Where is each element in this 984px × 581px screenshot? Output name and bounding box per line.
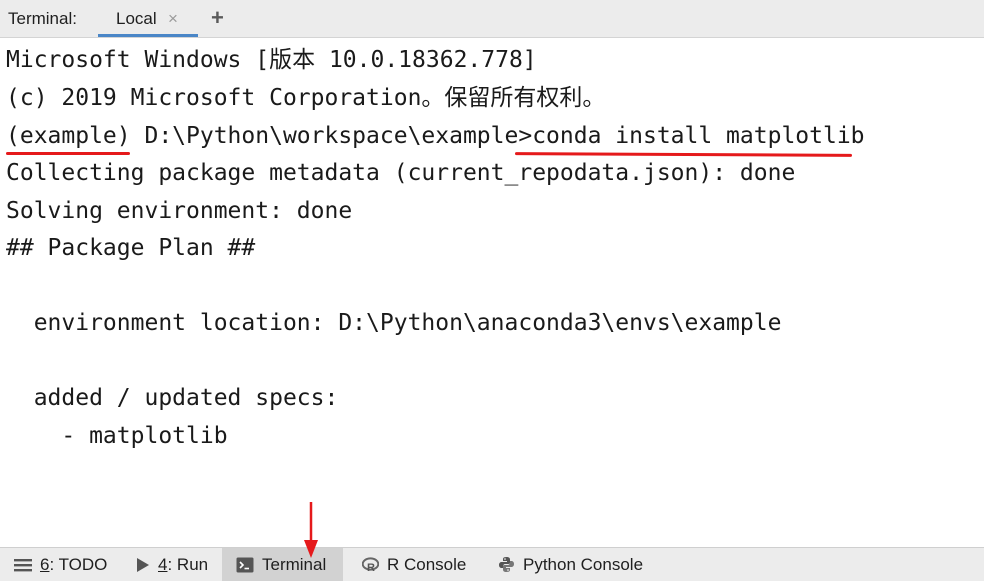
terminal-icon [236, 557, 254, 573]
terminal-line: environment location: D:\Python\anaconda… [6, 310, 782, 336]
run-mnemonic: 4 [158, 554, 168, 574]
tab-local-label: Local [116, 9, 157, 28]
todo-label: : TODO [49, 554, 108, 574]
r-console-tool-button[interactable]: R R Console [362, 548, 466, 581]
r-console-label: R Console [387, 554, 467, 574]
red-arrow-annotation [304, 502, 318, 558]
terminal-line: ## Package Plan ## [6, 235, 256, 261]
run-label: : Run [167, 554, 209, 574]
terminal-line: - matplotlib [6, 423, 228, 449]
terminal-tool-button[interactable]: Terminal [222, 548, 343, 581]
python-console-tool-button[interactable]: Python Console [498, 548, 643, 581]
terminal-tab-bar: Terminal: Local × + [0, 0, 984, 38]
add-tab-button[interactable]: + [211, 5, 224, 31]
terminal-output[interactable]: Microsoft Windows [版本 10.0.18362.778] (c… [0, 39, 984, 546]
terminal-line: Microsoft Windows [版本 10.0.18362.778] [6, 47, 537, 73]
run-play-icon [136, 557, 150, 573]
tool-window-title: Terminal: [8, 9, 77, 28]
tool-window-bar: 6: TODO 4: Run Terminal R R Console Pyth… [0, 547, 984, 581]
close-icon[interactable]: × [168, 9, 178, 29]
todo-mnemonic: 6 [40, 554, 50, 574]
command-annotation-underline [514, 152, 853, 157]
terminal-line: (c) 2019 Microsoft Corporation。保留所有权利。 [6, 85, 606, 111]
terminal-line: Solving environment: done [6, 198, 353, 224]
tab-local[interactable]: Local × [98, 0, 198, 38]
terminal-command-line: (example) D:\Python\workspace\example>co… [6, 123, 865, 149]
env-name-annotation-underline [6, 152, 130, 155]
active-tab-indicator [98, 34, 198, 37]
svg-text:R: R [367, 562, 375, 573]
python-console-label: Python Console [523, 554, 644, 574]
terminal-line: added / updated specs: [6, 385, 339, 411]
r-console-icon: R [362, 556, 379, 573]
terminal-line: Collecting package metadata (current_rep… [6, 160, 796, 186]
run-tool-button[interactable]: 4: Run [136, 548, 208, 581]
python-console-icon [498, 556, 515, 573]
todo-list-icon [14, 558, 32, 572]
todo-tool-button[interactable]: 6: TODO [14, 548, 107, 581]
